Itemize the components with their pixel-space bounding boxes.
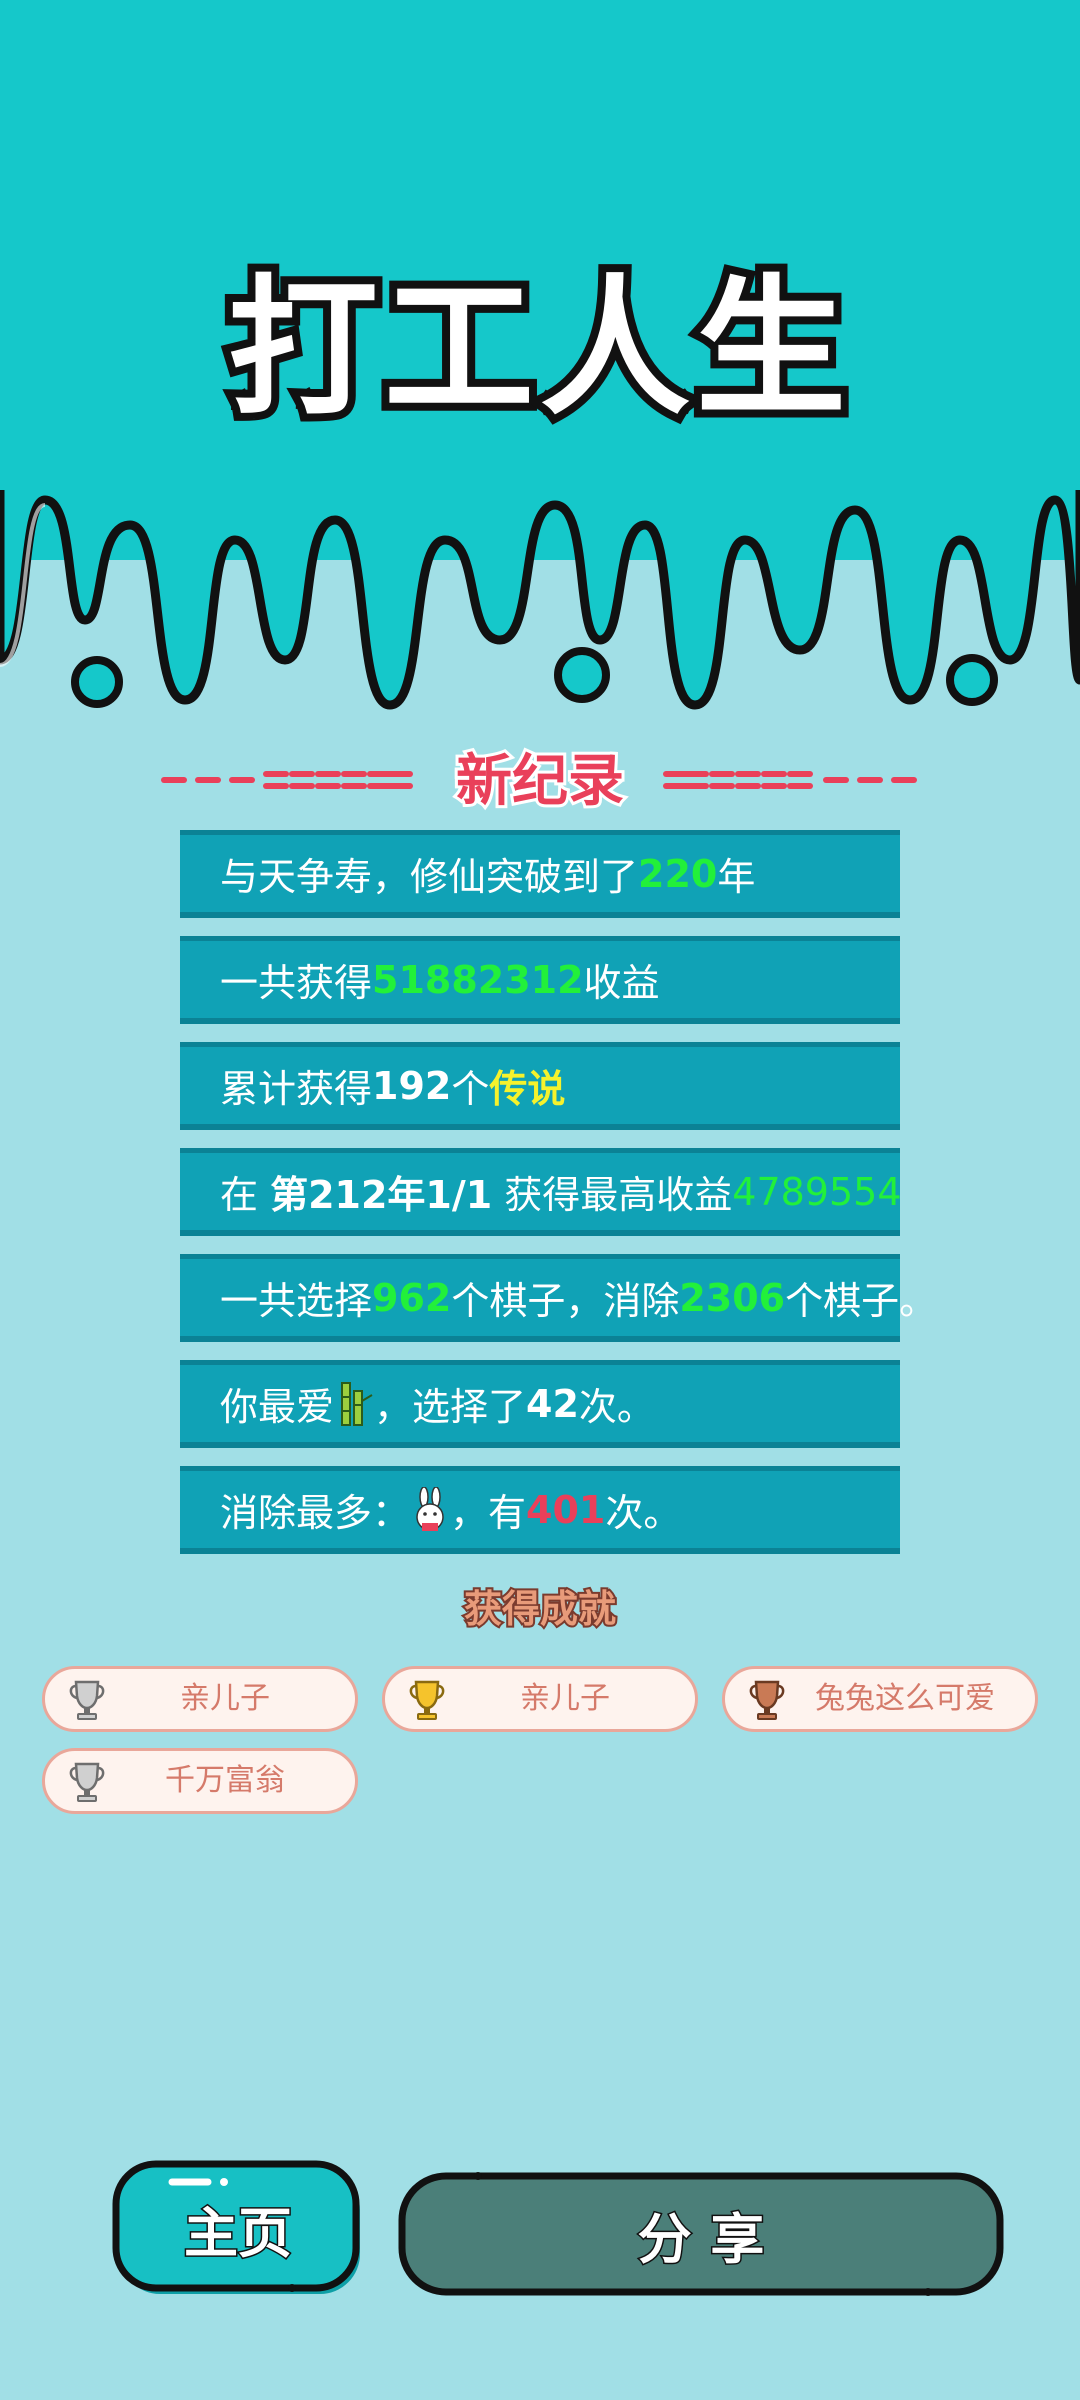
record-line-text: 累计获得 bbox=[220, 1067, 373, 1111]
record-line-text: 192 bbox=[372, 1063, 452, 1108]
achievement-label: 亲儿子 bbox=[180, 1681, 270, 1716]
record-line-4: 在 第212年1/1 获得最高收益 4789554 bbox=[180, 1148, 902, 1236]
achievements-title: 获得成就 bbox=[0, 1578, 1080, 1638]
record-line-2: 一共获得 51882312 收益 bbox=[180, 936, 900, 1024]
left-decoration bbox=[161, 771, 413, 789]
record-line-text: 42 bbox=[526, 1381, 579, 1426]
record-line-6: 你最爱 ，选择了 42 次。 bbox=[180, 1360, 900, 1448]
home-button[interactable]: 主页 bbox=[112, 2160, 364, 2296]
share-button[interactable]: 分 享 bbox=[398, 2172, 1004, 2296]
achievement-badge[interactable]: 兔兔这么可爱 bbox=[722, 1666, 1038, 1732]
silver-trophy-icon bbox=[67, 1678, 107, 1722]
achievement-label: 亲儿子 bbox=[520, 1681, 610, 1716]
record-line-text: 4789554 bbox=[732, 1169, 902, 1214]
record-line-text: 51882312 bbox=[372, 957, 584, 1002]
record-line-text: 消除最多： bbox=[220, 1491, 411, 1535]
record-line-5: 一共选择 962 个棋子，消除 2306 个棋子。 bbox=[180, 1254, 937, 1342]
achievement-badge[interactable]: 千万富翁 bbox=[42, 1748, 358, 1814]
share-button-label: 分 享 bbox=[636, 2206, 766, 2272]
record-line-text: ，选择了 bbox=[374, 1385, 527, 1429]
record-line-text: 962 bbox=[372, 1275, 452, 1320]
record-line-text: 个 bbox=[451, 1067, 490, 1111]
record-title: 新纪录 bbox=[456, 749, 624, 814]
record-line-text: 你最爱 bbox=[220, 1385, 335, 1429]
record-line-text: 次。 bbox=[578, 1385, 655, 1429]
record-line-text: ，有 bbox=[450, 1491, 527, 1535]
record-line-text: 个棋子。 bbox=[785, 1279, 938, 1323]
record-line-text: 年 bbox=[717, 855, 756, 899]
record-line-text: 收益 bbox=[583, 961, 660, 1005]
record-line-text: 获得最高收益 bbox=[492, 1173, 733, 1217]
record-line-text: 一共获得 bbox=[220, 961, 373, 1005]
record-line-text: 与天争寿，修仙突破到了 bbox=[220, 855, 639, 899]
record-line-text: 传说 bbox=[489, 1067, 566, 1111]
record-line-text: 在 bbox=[220, 1173, 271, 1217]
silver-trophy-icon bbox=[67, 1760, 107, 1804]
achievement-badge[interactable]: 亲儿子 bbox=[42, 1666, 358, 1732]
record-line-text: 一共选择 bbox=[220, 1279, 373, 1323]
record-line-3: 累计获得 192 个传说 bbox=[180, 1042, 900, 1130]
game-title: 打工人生 bbox=[0, 250, 1080, 450]
record-line-7: 消除最多： ，有 401 次。 bbox=[180, 1466, 900, 1554]
achievement-label: 千万富翁 bbox=[165, 1763, 285, 1798]
gold-trophy-icon bbox=[407, 1678, 447, 1722]
record-line-text: 401 bbox=[526, 1487, 606, 1532]
achievement-badge[interactable]: 亲儿子 bbox=[382, 1666, 698, 1732]
record-line-text: 个棋子，消除 bbox=[451, 1279, 680, 1323]
achievement-label: 兔兔这么可爱 bbox=[815, 1681, 995, 1716]
bamboo-icon bbox=[334, 1381, 374, 1427]
record-line-text: 次。 bbox=[605, 1491, 682, 1535]
home-button-label: 主页 bbox=[183, 2200, 294, 2266]
svg-text:获得成就: 获得成就 bbox=[464, 1587, 616, 1631]
record-line-1: 与天争寿，修仙突破到了 220 年 bbox=[180, 830, 900, 918]
record-line-text: 第212年1/1 bbox=[270, 1173, 493, 1217]
rabbit-icon bbox=[410, 1485, 450, 1533]
svg-text:打工人生: 打工人生 bbox=[228, 262, 852, 436]
record-line-text: 2306 bbox=[679, 1275, 786, 1320]
right-decoration bbox=[663, 771, 917, 789]
record-line-text: 220 bbox=[638, 851, 718, 896]
new-record-header: 新纪录 bbox=[150, 738, 930, 820]
bronze-trophy-icon bbox=[747, 1678, 787, 1722]
